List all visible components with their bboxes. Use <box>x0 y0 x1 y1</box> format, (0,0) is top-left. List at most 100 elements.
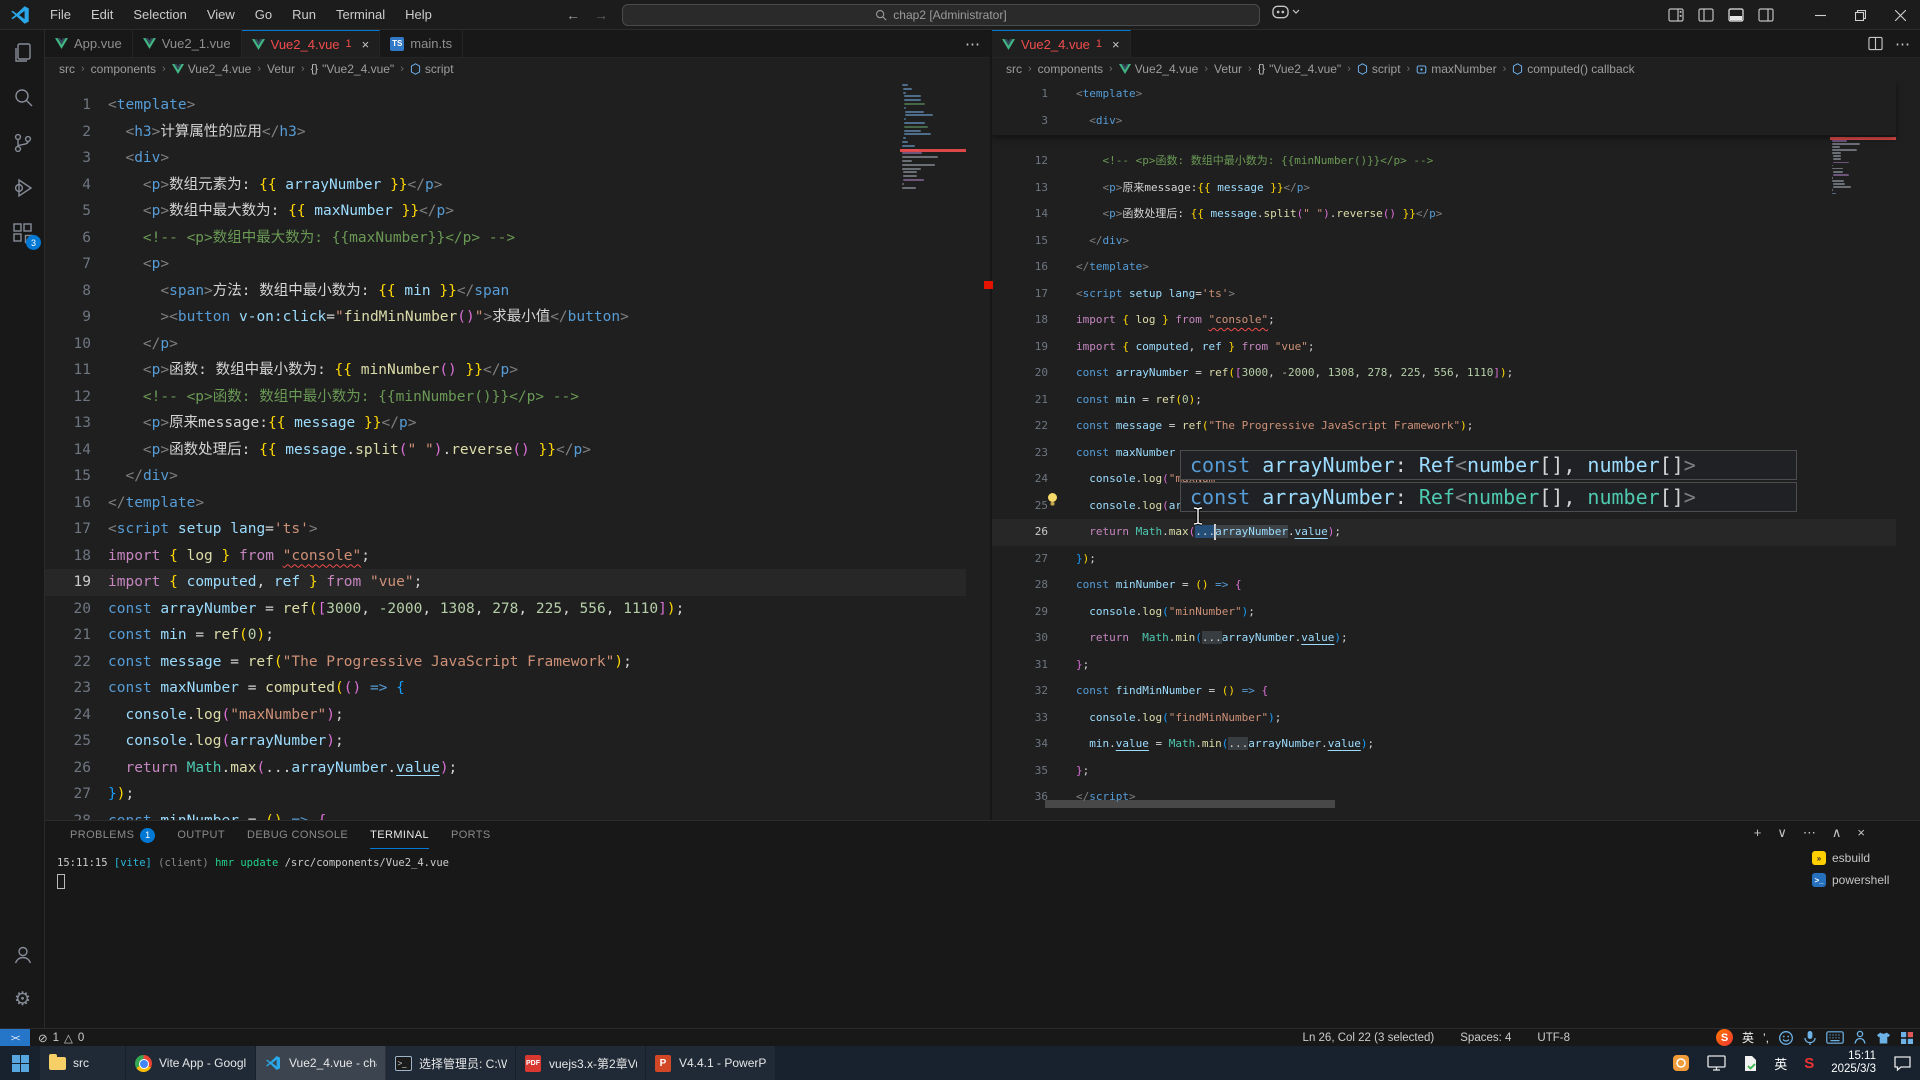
code-line[interactable]: 35}; <box>992 758 1896 785</box>
menu-terminal[interactable]: Terminal <box>328 4 393 25</box>
quick-fix-lightbulb-icon[interactable] <box>1046 492 1059 507</box>
breadcrumb-maxnumber[interactable]: maxNumber <box>1416 62 1496 76</box>
code-line[interactable]: 22const message = ref("The Progressive J… <box>992 413 1896 440</box>
code-line[interactable]: 3 <div> <box>45 145 966 172</box>
code-line[interactable]: 22const message = ref("The Progressive J… <box>45 649 966 676</box>
breadcrumb-vetur[interactable]: Vetur <box>267 62 295 76</box>
close-panel-icon[interactable]: × <box>1857 825 1865 841</box>
code-line[interactable]: 26 return Math.max(...arrayNumber.value)… <box>992 519 1896 546</box>
split-editor-icon[interactable] <box>1868 36 1883 51</box>
code-line[interactable]: 27}); <box>45 781 966 808</box>
account-icon[interactable] <box>0 932 45 977</box>
code-line[interactable]: 18import { log } from "console"; <box>992 307 1896 334</box>
tray-app-icon[interactable] <box>1672 1054 1690 1072</box>
notification-center-icon[interactable] <box>1893 1055 1912 1072</box>
breadcrumb-vetur[interactable]: Vetur <box>1214 62 1242 76</box>
code-line[interactable]: 16</template> <box>45 490 966 517</box>
ime-language-toggle[interactable]: 英 <box>1742 1029 1754 1046</box>
toggle-panel-icon[interactable] <box>1728 7 1744 23</box>
skin-icon[interactable] <box>1876 1031 1891 1045</box>
taskbar-vscode[interactable]: Vue2_4.vue - cha... <box>256 1046 386 1080</box>
tab-vue2-4-vue-right[interactable]: Vue2_4.vue 1 × <box>992 30 1131 57</box>
code-line[interactable]: 32const findMinNumber = () => { <box>992 678 1896 705</box>
taskbar-powerpoint[interactable]: P V4.4.1 - PowerPoi... <box>646 1046 776 1080</box>
code-line[interactable]: 4 <p>数组元素为: {{ arrayNumber }}</p> <box>45 172 966 199</box>
code-line[interactable]: 16</template> <box>992 254 1896 281</box>
code-line[interactable]: 13 <p>原来message:{{ message }}</p> <box>992 175 1896 202</box>
restore-button[interactable] <box>1840 0 1880 30</box>
code-line[interactable]: 19import { computed, ref } from "vue"; <box>992 334 1896 361</box>
tab-problems[interactable]: PROBLEMS1 <box>70 821 155 849</box>
panel-more-icon[interactable]: ⋯ <box>1803 825 1816 841</box>
taskbar-chrome-vite[interactable]: Vite App - Googl... <box>126 1046 256 1080</box>
code-line[interactable]: 24 console.log("maxNumber"); <box>45 702 966 729</box>
code-line[interactable]: 14 <p>函数处理后: {{ message.split(" ").rever… <box>992 201 1896 228</box>
terminal-output[interactable]: 15:11:15 [vite] (client) hmr update /src… <box>57 855 1810 889</box>
code-line[interactable]: 21const min = ref(0); <box>45 622 966 649</box>
code-line[interactable]: 33 console.log("findMinNumber"); <box>992 705 1896 732</box>
code-line[interactable]: 15 </div> <box>992 228 1896 255</box>
code-line[interactable]: 23const maxNumber = computed(() => { <box>45 675 966 702</box>
tab-app-vue[interactable]: App.vue <box>45 30 133 57</box>
tab-output[interactable]: OUTPUT <box>177 821 225 849</box>
taskbar-explorer-src[interactable]: src <box>40 1046 126 1080</box>
code-editor-left[interactable]: 1<template>2 <h3>计算属性的应用</h3>3 <div>4 <p… <box>45 80 990 820</box>
new-terminal-icon[interactable]: + <box>1754 825 1762 841</box>
tab-close-icon[interactable]: × <box>362 37 370 52</box>
menu-help[interactable]: Help <box>397 4 440 25</box>
remote-indicator[interactable]: >< <box>0 1029 30 1047</box>
code-line[interactable]: 14 <p>函数处理后: {{ message.split(" ").rever… <box>45 437 966 464</box>
customize-layout-icon[interactable] <box>1668 7 1684 23</box>
tab-close-icon[interactable]: × <box>1112 37 1120 52</box>
code-line[interactable]: 30 return Math.min(...arrayNumber.value)… <box>992 625 1896 652</box>
tab-ports[interactable]: PORTS <box>451 821 491 849</box>
history-forward-icon[interactable]: → <box>594 7 608 23</box>
code-line[interactable]: 15 </div> <box>45 463 966 490</box>
emoji-icon[interactable] <box>1778 1030 1794 1046</box>
toolbox-grid-icon[interactable] <box>1900 1031 1914 1045</box>
code-line[interactable]: 25 console.log(arrayNumber); <box>45 728 966 755</box>
menu-file[interactable]: File <box>42 4 79 25</box>
toggle-primary-sidebar-icon[interactable] <box>1698 7 1714 23</box>
more-actions-icon[interactable]: ⋯ <box>1895 35 1910 53</box>
code-line[interactable]: 11 <p>函数: 数组中最小数为: {{ minNumber() }}</p> <box>45 357 966 384</box>
breadcrumb-callback[interactable]: computed() callback <box>1512 62 1634 76</box>
sogou-logo-icon[interactable]: S <box>1716 1029 1733 1046</box>
breadcrumb-file[interactable]: Vue2_4.vue <box>1119 62 1199 76</box>
breadcrumb-quoted-file[interactable]: {}"Vue2_4.vue" <box>1258 62 1342 76</box>
minimap-left[interactable] <box>900 80 966 820</box>
code-line[interactable]: 17<script setup lang='ts'> <box>992 281 1896 308</box>
terminal-item-powershell[interactable]: >_powershell <box>1812 869 1912 891</box>
code-line[interactable]: 3 <div> <box>992 108 1896 135</box>
code-line[interactable]: 26 return Math.max(...arrayNumber.value)… <box>45 755 966 782</box>
menu-run[interactable]: Run <box>284 4 324 25</box>
code-line[interactable]: 12 <!-- <p>函数: 数组中最小数为: {{minNumber()}}<… <box>45 384 966 411</box>
code-line[interactable]: 5 <p>数组中最大数为: {{ maxNumber }}</p> <box>45 198 966 225</box>
start-button[interactable] <box>0 1046 40 1080</box>
breadcrumb-script[interactable]: script <box>410 62 454 76</box>
notes-sync-icon[interactable] <box>1743 1055 1757 1072</box>
code-line[interactable]: 27}); <box>992 546 1896 573</box>
search-view-icon[interactable] <box>0 75 45 120</box>
menu-selection[interactable]: Selection <box>125 4 194 25</box>
close-window-button[interactable] <box>1880 0 1920 30</box>
tab-main-ts[interactable]: TS main.ts <box>380 30 463 57</box>
copilot-button[interactable] <box>1272 5 1300 19</box>
code-line[interactable]: 34 min.value = Math.min(...arrayNumber.v… <box>992 731 1896 758</box>
handwriting-icon[interactable] <box>1853 1030 1867 1045</box>
code-line[interactable]: 18import { log } from "console"; <box>45 543 966 570</box>
code-line[interactable]: 31}; <box>992 652 1896 679</box>
taskbar-pdf[interactable]: PDF vuejs3.x-第2章Vue... <box>516 1046 646 1080</box>
toggle-secondary-sidebar-icon[interactable] <box>1758 7 1774 23</box>
explorer-icon[interactable] <box>0 30 45 75</box>
maximize-panel-icon[interactable]: ∧ <box>1832 825 1842 841</box>
code-line[interactable]: 28const minNumber = () => { <box>992 572 1896 599</box>
code-line[interactable]: 20const arrayNumber = ref([3000, -2000, … <box>45 596 966 623</box>
code-line[interactable]: 8 <span>方法: 数组中最小数为: {{ min }}</span <box>45 278 966 305</box>
menu-edit[interactable]: Edit <box>83 4 121 25</box>
minimize-button[interactable] <box>1800 0 1840 30</box>
code-line[interactable]: 6 <!-- <p>数组中最大数为: {{maxNumber}}</p> --> <box>45 225 966 252</box>
code-line[interactable]: 19import { computed, ref } from "vue"; <box>45 569 966 596</box>
code-line[interactable]: 13 <p>原来message:{{ message }}</p> <box>45 410 966 437</box>
problems-summary[interactable]: ⊘1 △0 <box>30 1031 84 1045</box>
